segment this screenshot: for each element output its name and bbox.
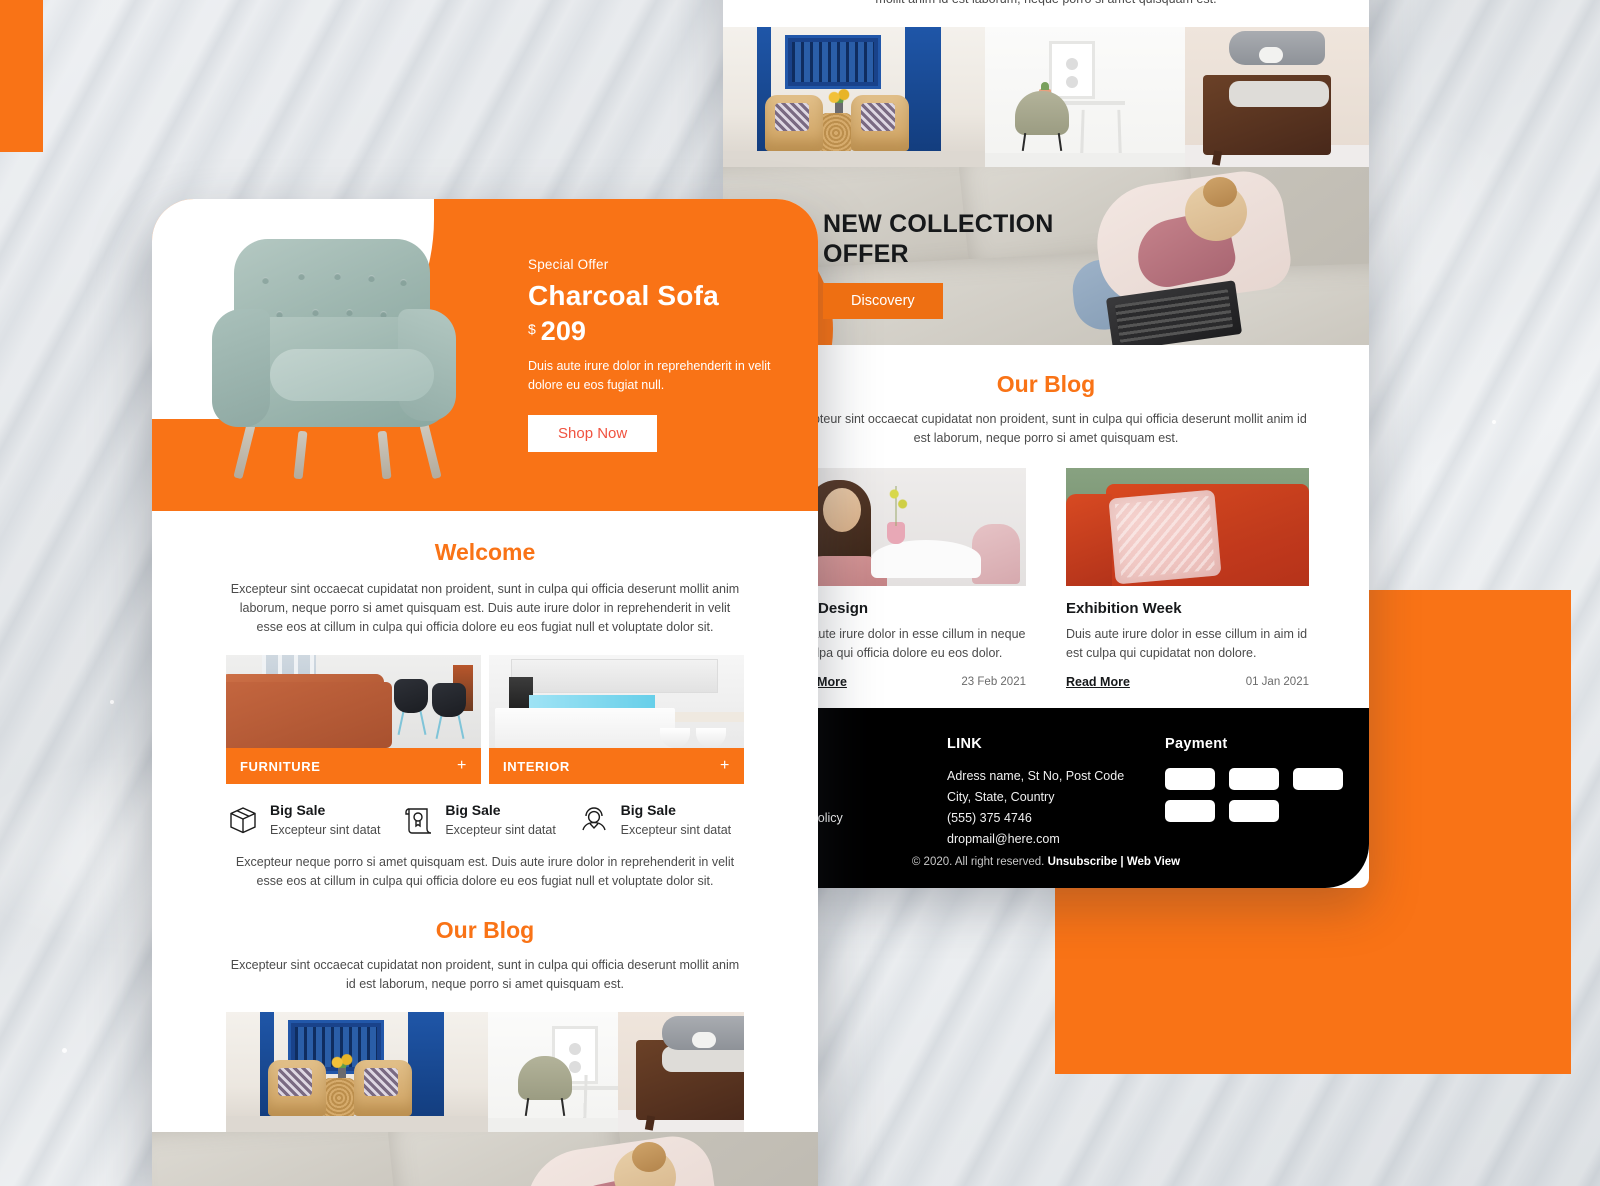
features-note: Excepteur neque porro si amet quisquam e… <box>235 855 735 888</box>
blog-post-title: New Design <box>783 600 869 617</box>
back-blog-paragraph: Excepteur sint occaecat cupidatat non pr… <box>785 412 1307 445</box>
welcome-heading: Welcome <box>434 539 536 565</box>
front-body: Welcome Excepteur sint occaecat cupidata… <box>152 511 818 1132</box>
category-image-living-room <box>226 655 481 748</box>
blog-post-excerpt: Duis aute irure dolor in esse cillum in … <box>783 627 1026 660</box>
front-blog-paragraph: Excepteur sint occaecat cupidatat non pr… <box>230 958 740 991</box>
category-card-interior[interactable]: INTERIOR + <box>489 655 744 784</box>
payment-card-icon-4[interactable] <box>1165 800 1215 822</box>
feature-subtitle: Excepteur sint datat <box>445 823 556 837</box>
category-card-furniture[interactable]: FURNITURE + <box>226 655 481 784</box>
blog-post-excerpt: Duis aute irure dolor in esse cillum in … <box>1066 627 1308 660</box>
category-bar-interior[interactable]: INTERIOR + <box>489 748 744 784</box>
feature-subtitle: Excepteur sint datat <box>270 823 381 837</box>
armchair-product-image <box>212 239 470 480</box>
gallery-image-desk <box>488 1012 618 1132</box>
special-offer-eyebrow: Special Offer <box>528 257 609 272</box>
payment-card-icon-1[interactable] <box>1165 768 1215 790</box>
front-hero-copy: Special Offer Charcoal Sofa $ 209 Duis a… <box>528 257 778 452</box>
blog-post-date: 01 Jan 2021 <box>1245 676 1309 688</box>
read-more-link[interactable]: Read More <box>1066 675 1130 689</box>
blog-post-image-cafe <box>783 468 1026 586</box>
payment-card-icon-2[interactable] <box>1229 768 1279 790</box>
background-speck <box>62 1048 67 1053</box>
presentation-canvas: mollit anim id est laborum, neque porro … <box>0 0 1600 1186</box>
package-box-icon <box>226 803 260 837</box>
gallery-image-wood-sofa <box>1185 27 1369 167</box>
front-hero-banner-bottom <box>152 1132 818 1186</box>
category-label: FURNITURE <box>240 758 321 774</box>
discovery-button[interactable]: Discovery <box>823 283 943 319</box>
blog-post-date: 23 Feb 2021 <box>961 676 1026 688</box>
footer-legal-bar: © 2020. All right reserved. Unsubscribe … <box>723 856 1369 868</box>
gallery-image-desk <box>985 27 1185 167</box>
footer-address-line2: City, State, Country <box>947 790 1055 804</box>
footer-separator: | <box>1117 856 1127 868</box>
payment-card-icon-5[interactable] <box>1229 800 1279 822</box>
product-price: $ 209 <box>528 316 778 347</box>
front-gallery-strip <box>226 1012 744 1132</box>
plus-icon[interactable]: + <box>457 757 467 775</box>
certificate-scroll-icon <box>401 803 435 837</box>
blog-post-footer: Read More 23 Feb 2021 <box>783 675 1026 689</box>
product-description: Duis aute irure dolor in reprehenderit i… <box>528 359 771 392</box>
feature-item-shipping: Big Sale Excepteur sint datat <box>226 802 393 837</box>
footer-web-view-link[interactable]: Web View <box>1127 856 1180 868</box>
price-amount: 209 <box>540 316 586 346</box>
footer-column-link: LINK Adress name, St No, Post Code City,… <box>947 736 1165 850</box>
feature-subtitle: Excepteur sint datat <box>620 823 732 837</box>
blog-post-card[interactable]: New Design Duis aute irure dolor in esse… <box>783 468 1026 689</box>
blog-post-footer: Read More 01 Jan 2021 <box>1066 675 1309 689</box>
shop-now-button[interactable]: Shop Now <box>528 415 658 452</box>
blog-post-card[interactable]: Exhibition Week Duis aute irure dolor in… <box>1066 468 1309 689</box>
footer-address-line1: Adress name, St No, Post Code <box>947 769 1125 783</box>
hero-title-line2: OFFER <box>823 240 909 268</box>
category-bar-furniture[interactable]: FURNITURE + <box>226 748 481 784</box>
feature-title: Big Sale <box>445 802 501 818</box>
feature-title: Big Sale <box>270 802 326 818</box>
email-footer: MORE About Us Blog Privacy Policy LINK A… <box>723 708 1369 888</box>
blog-post-title: Exhibition Week <box>1066 600 1182 617</box>
feature-item-warranty: Big Sale Excepteur sint datat <box>401 802 568 837</box>
email-template-front: Special Offer Charcoal Sofa $ 209 Duis a… <box>152 199 818 1186</box>
back-top-paragraph: mollit anim id est laborum, neque porro … <box>723 0 1369 9</box>
support-agent-icon <box>577 803 611 837</box>
feature-title: Big Sale <box>620 802 676 818</box>
back-blog-grid: New Design Duis aute irure dolor in esse… <box>783 468 1309 689</box>
currency-symbol: $ <box>528 321 536 337</box>
footer-phone[interactable]: (555) 375 4746 <box>947 808 1165 829</box>
decorative-orange-block-top-left <box>0 0 43 152</box>
gallery-image-patio <box>226 1012 488 1132</box>
plus-icon[interactable]: + <box>720 757 730 775</box>
feature-item-support: Big Sale Excepteur sint datat <box>577 802 744 837</box>
footer-unsubscribe-link[interactable]: Unsubscribe <box>1048 856 1118 868</box>
back-gallery-strip <box>723 27 1369 167</box>
welcome-paragraph: Excepteur sint occaecat cupidatat non pr… <box>230 582 740 634</box>
hero-title-line1: NEW COLLECTION <box>823 210 1054 238</box>
background-speck <box>1492 420 1496 424</box>
gallery-image-wood-sofa <box>618 1012 744 1132</box>
footer-column-payment: Payment <box>1165 736 1365 850</box>
email-template-back: mollit anim id est laborum, neque porro … <box>723 0 1369 888</box>
front-hero-banner: Special Offer Charcoal Sofa $ 209 Duis a… <box>152 199 818 511</box>
blog-post-image-pillow <box>1066 468 1309 586</box>
category-grid: FURNITURE + INTERIOR + <box>226 655 744 784</box>
footer-payment-heading: Payment <box>1165 736 1228 752</box>
footer-link-heading: LINK <box>947 736 983 752</box>
features-row: Big Sale Excepteur sint datat Big Sale E… <box>226 802 744 837</box>
footer-copyright: © 2020. All right reserved. <box>911 856 1048 868</box>
hero-copy: NEW COLLECTION OFFER Discovery <box>823 209 1123 319</box>
background-speck <box>110 700 114 704</box>
front-blog-heading: Our Blog <box>435 917 535 943</box>
gallery-image-patio <box>723 27 985 167</box>
back-blog-section: Our Blog Excepteur sint occaecat cupidat… <box>723 345 1369 689</box>
hero-photo-woman-laptop <box>152 1132 818 1186</box>
payment-card-icon-3[interactable] <box>1293 768 1343 790</box>
category-image-kitchen <box>489 655 744 748</box>
footer-email[interactable]: dropmail@here.com <box>947 829 1165 850</box>
back-hero-banner: NEW COLLECTION OFFER Discovery <box>723 167 1369 345</box>
category-label: INTERIOR <box>503 758 570 774</box>
back-blog-heading: Our Blog <box>996 371 1096 397</box>
product-title: Charcoal Sofa <box>528 280 719 311</box>
